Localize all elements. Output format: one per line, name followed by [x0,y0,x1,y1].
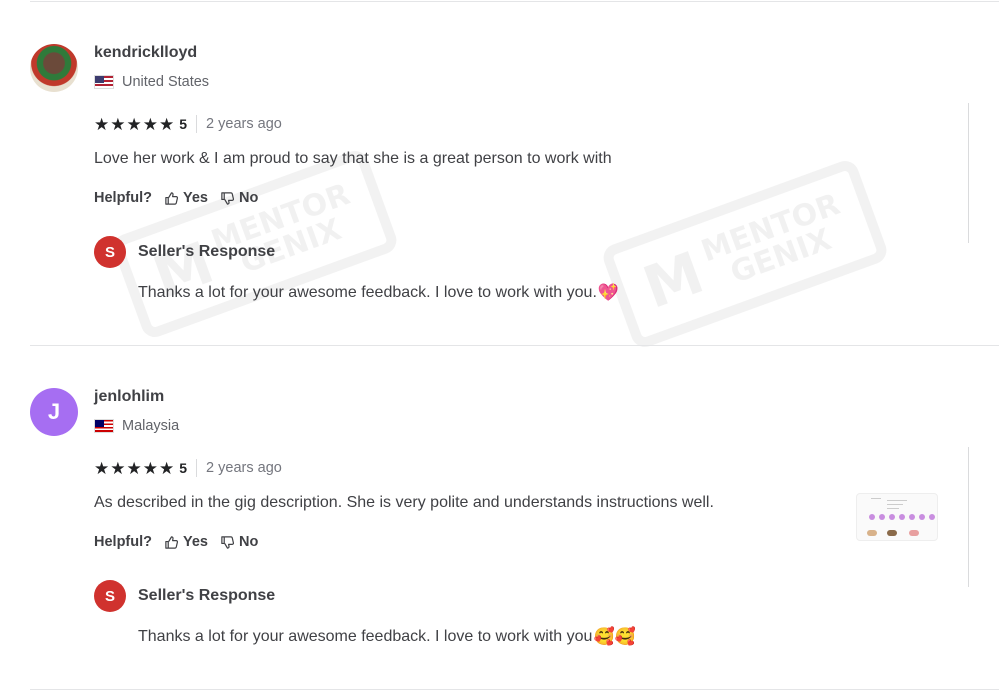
user-country: Malaysia [94,418,179,434]
review-text: As described in the gig description. She… [94,494,714,511]
star-icon: ★ [126,114,142,134]
helpful-row: Helpful? Yes No [94,190,258,206]
star-icon: ★ [159,114,175,134]
helpful-row: Helpful? Yes No [94,534,258,550]
seller-response-title: Seller's Response [138,243,276,260]
star-rating: ★ ★ ★ ★ ★ [94,116,174,133]
heart-emoji: 💖 [597,283,620,303]
helpful-yes-button[interactable]: Yes [164,534,208,550]
separator [196,115,198,133]
star-icon: ★ [110,458,126,478]
rating-row: ★ ★ ★ ★ ★ 5 2 years ago [94,459,282,477]
review-time: 2 years ago [206,116,282,132]
seller-response-text: Thanks a lot for your awesome feedback. … [138,627,636,647]
right-divider [968,447,969,587]
us-flag-icon [94,75,114,89]
helpful-no-button[interactable]: No [220,190,258,206]
seller-avatar: S [94,236,126,268]
star-icon: ★ [94,114,110,134]
review-divider [30,1,999,2]
thumbs-down-icon [221,191,235,205]
thumbs-up-icon [165,535,179,549]
country-label: Malaysia [122,418,180,434]
rating-score: 5 [179,116,188,132]
star-icon: ★ [142,458,158,478]
star-icon: ★ [110,114,126,134]
smiling-hearts-emoji: 🥰🥰 [593,627,636,647]
helpful-no-button[interactable]: No [220,534,258,550]
helpful-yes-button[interactable]: Yes [164,190,208,206]
star-icon: ★ [94,458,110,478]
review-divider [30,345,999,346]
country-label: United States [122,74,210,90]
username[interactable]: jenlohlim [94,388,164,406]
user-avatar[interactable]: J [30,388,78,436]
watermark: M MENTOR GENIX [599,157,891,351]
seller-response-title: Seller's Response [138,587,276,604]
review-text: Love her work & I am proud to say that s… [94,150,612,167]
rating-score: 5 [179,460,188,476]
rating-row: ★ ★ ★ ★ ★ 5 2 years ago [94,115,282,133]
thumbs-down-icon [221,535,235,549]
right-divider [968,103,969,243]
seller-response-text: Thanks a lot for your awesome feedback. … [138,283,620,303]
user-country: United States [94,74,209,90]
star-icon: ★ [159,458,175,478]
user-avatar[interactable] [30,44,78,92]
review-time: 2 years ago [206,460,282,476]
thumbs-up-icon [165,191,179,205]
helpful-label: Helpful? [94,190,152,206]
review-attachment-thumbnail[interactable] [856,493,938,541]
username[interactable]: kendricklloyd [94,44,197,62]
helpful-label: Helpful? [94,534,152,550]
star-icon: ★ [126,458,142,478]
separator [196,459,198,477]
my-flag-icon [94,419,114,433]
star-rating: ★ ★ ★ ★ ★ [94,460,174,477]
seller-avatar: S [94,580,126,612]
star-icon: ★ [142,114,158,134]
